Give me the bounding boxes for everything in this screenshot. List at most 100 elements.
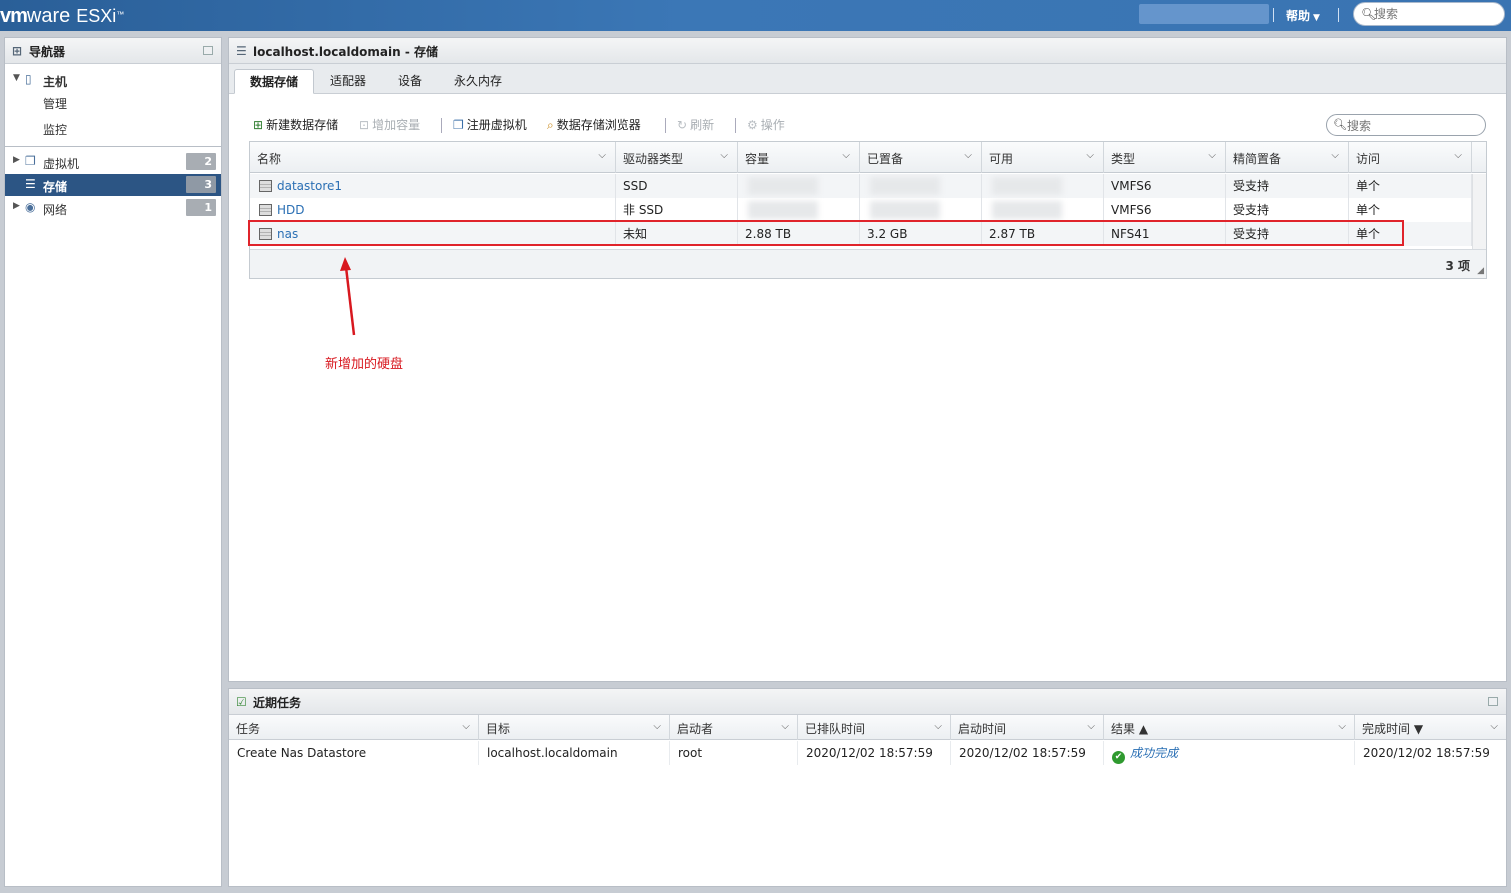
column-result[interactable]: 结果 ▲ ⌵ bbox=[1104, 715, 1355, 740]
column-free[interactable]: 可用 ⌵ bbox=[982, 142, 1104, 173]
column-provisioned[interactable]: 已置备 ⌵ bbox=[860, 142, 982, 173]
top-search-box[interactable]: 🔍︎ bbox=[1353, 2, 1505, 26]
chevron-down-icon[interactable]: ⌵ bbox=[1338, 721, 1346, 732]
chevron-down-icon[interactable]: ⌵ bbox=[1490, 721, 1498, 732]
tab-devices[interactable]: 设备 bbox=[383, 69, 437, 94]
user-menu[interactable] bbox=[1139, 4, 1269, 24]
task-row[interactable]: Create Nas Datastore localhost.localdoma… bbox=[229, 741, 1506, 765]
datastore-name-cell[interactable]: datastore1 bbox=[250, 174, 616, 198]
column-label: 名称 bbox=[257, 152, 282, 166]
free-cell bbox=[982, 174, 1104, 198]
chevron-down-icon[interactable]: ⌵ bbox=[598, 150, 606, 161]
chevron-down-icon: ▼ bbox=[1313, 13, 1320, 23]
nav-vms-label: 虚拟机 bbox=[43, 157, 80, 171]
access-cell: 单个 bbox=[1349, 222, 1472, 246]
column-name[interactable]: 名称 ⌵ bbox=[250, 142, 616, 173]
nav-storage-label: 存储 bbox=[43, 180, 68, 194]
chevron-down-icon[interactable]: ⌵ bbox=[653, 721, 661, 732]
collapse-panel-button[interactable] bbox=[203, 46, 213, 55]
column-type[interactable]: 类型 ⌵ bbox=[1104, 142, 1226, 173]
column-drive-type[interactable]: 驱动器类型 ⌵ bbox=[616, 142, 738, 173]
expand-right-icon[interactable]: ▶ bbox=[13, 201, 20, 211]
nav-host-monitor[interactable]: 监控 bbox=[43, 121, 67, 138]
column-completed-time[interactable]: 完成时间 ▼ ⌵ bbox=[1355, 715, 1506, 740]
result-label[interactable]: 成功完成 bbox=[1130, 746, 1178, 760]
column-capacity[interactable]: 容量 ⌵ bbox=[738, 142, 860, 173]
actions-button[interactable]: ⚙ 操作 bbox=[747, 116, 785, 133]
tab-persistent-memory[interactable]: 永久内存 bbox=[439, 69, 517, 94]
table-row[interactable]: datastore1 SSD VMFS6 受支持 单个 bbox=[250, 174, 1472, 198]
redacted-value bbox=[748, 201, 818, 219]
new-datastore-button[interactable]: ⊞ 新建数据存储 bbox=[253, 116, 338, 133]
storage-panel-header: ☰ localhost.localdomain - 存储 bbox=[229, 38, 1506, 64]
vmware-esxi-logo: vmware ESXi™ bbox=[0, 2, 124, 28]
annotation-arrow-icon bbox=[340, 257, 356, 336]
count-badge: 2 bbox=[186, 153, 216, 170]
datastore-name-cell[interactable]: HDD bbox=[250, 198, 616, 222]
chevron-down-icon[interactable]: ⌵ bbox=[964, 150, 972, 161]
chevron-down-icon[interactable]: ⌵ bbox=[842, 150, 850, 161]
navigator-panel: ⊞ 导航器 ▼ ▯ 主机 管理 监控 ▶ ❐ 虚拟机 2 ☰ 存储 3 ▶ ◉ … bbox=[4, 37, 222, 887]
completed-time-cell: 2020/12/02 18:57:59 bbox=[1363, 746, 1490, 760]
storage-icon: ☰ bbox=[25, 177, 36, 191]
table-row[interactable]: HDD 非 SSD VMFS6 受支持 单个 bbox=[250, 198, 1472, 222]
chevron-down-icon[interactable]: ⌵ bbox=[1331, 150, 1339, 161]
item-count: 3 项 bbox=[1445, 259, 1470, 273]
provisioned-cell bbox=[860, 198, 982, 222]
nav-storage[interactable]: ☰ 存储 3 bbox=[5, 174, 221, 196]
column-queued-time[interactable]: 已排队时间 ⌵ bbox=[798, 715, 951, 740]
count-badge: 1 bbox=[186, 199, 216, 216]
column-label: 结果 ▲ bbox=[1111, 722, 1149, 736]
help-menu[interactable]: 帮助 ▼ bbox=[1286, 7, 1320, 24]
datastore-browser-button[interactable]: ⌕ 数据存储浏览器 bbox=[547, 116, 641, 133]
result-cell[interactable]: ✔ 成功完成 bbox=[1104, 741, 1355, 765]
column-target[interactable]: 目标 ⌵ bbox=[479, 715, 670, 740]
initiator-cell: root bbox=[670, 741, 798, 765]
page-title: localhost.localdomain - 存储 bbox=[253, 45, 439, 59]
collapse-panel-button[interactable] bbox=[1488, 697, 1498, 706]
nav-vms[interactable]: ▶ ❐ 虚拟机 2 bbox=[5, 151, 221, 173]
tab-datastores[interactable]: 数据存储 bbox=[234, 69, 315, 94]
datastore-name[interactable]: datastore1 bbox=[277, 179, 342, 193]
datastore-name-cell[interactable]: nas bbox=[250, 222, 616, 246]
increase-capacity-button[interactable]: ⊡ 增加容量 bbox=[359, 116, 420, 133]
logo-esxi: ESXi bbox=[76, 6, 117, 26]
chevron-down-icon[interactable]: ⌵ bbox=[720, 150, 728, 161]
chevron-down-icon[interactable]: ⌵ bbox=[934, 721, 942, 732]
datastore-search-box[interactable]: 🔍︎ bbox=[1326, 114, 1486, 136]
table-scrollbar[interactable] bbox=[1472, 174, 1486, 249]
datastore-name[interactable]: HDD bbox=[277, 203, 305, 217]
resize-handle-icon[interactable]: ◢ bbox=[1477, 266, 1484, 276]
tab-adapters[interactable]: 适配器 bbox=[315, 69, 381, 94]
increase-capacity-icon: ⊡ bbox=[359, 118, 370, 132]
column-start-time[interactable]: 启动时间 ⌵ bbox=[951, 715, 1104, 740]
host-icon: ▯ bbox=[25, 72, 32, 86]
expand-right-icon[interactable]: ▶ bbox=[13, 155, 20, 165]
access-cell: 单个 bbox=[1349, 198, 1472, 222]
nav-host[interactable]: ▼ ▯ 主机 bbox=[5, 69, 221, 91]
nav-network[interactable]: ▶ ◉ 网络 1 bbox=[5, 197, 221, 219]
refresh-button[interactable]: ↻ 刷新 bbox=[677, 116, 714, 133]
datastore-table: 名称 ⌵ 驱动器类型 ⌵ 容量 ⌵ 已置备 ⌵ 可用 ⌵ 类型 ⌵ 精简置备 ⌵ 访问 ⌵ da… bbox=[249, 141, 1487, 279]
chevron-down-icon[interactable]: ⌵ bbox=[462, 721, 470, 732]
table-row[interactable]: nas 未知 2.88 TB 3.2 GB 2.87 TB NFS41 受支持 … bbox=[250, 222, 1472, 246]
column-thin-provisioning[interactable]: 精简置备 ⌵ bbox=[1226, 142, 1349, 173]
column-task[interactable]: 任务 ⌵ bbox=[229, 715, 479, 740]
chevron-down-icon[interactable]: ⌵ bbox=[1208, 150, 1216, 161]
datastore-search-input[interactable] bbox=[1347, 118, 1477, 133]
column-access[interactable]: 访问 ⌵ bbox=[1349, 142, 1472, 173]
chevron-down-icon[interactable]: ⌵ bbox=[1087, 721, 1095, 732]
chevron-down-icon[interactable]: ⌵ bbox=[781, 721, 789, 732]
chevron-down-icon[interactable]: ⌵ bbox=[1454, 150, 1462, 161]
refresh-label: 刷新 bbox=[690, 118, 715, 132]
column-initiator[interactable]: 启动者 ⌵ bbox=[670, 715, 798, 740]
top-search-input[interactable] bbox=[1374, 6, 1499, 22]
datastore-name[interactable]: nas bbox=[277, 227, 298, 241]
tasks-table-header: 任务 ⌵ 目标 ⌵ 启动者 ⌵ 已排队时间 ⌵ 启动时间 ⌵ 结果 ▲ ⌵ 完成时间 ▼ ⌵ bbox=[229, 715, 1506, 740]
nav-host-manage[interactable]: 管理 bbox=[43, 95, 67, 112]
register-vm-button[interactable]: ❐ 注册虚拟机 bbox=[453, 116, 527, 133]
chevron-down-icon[interactable]: ⌵ bbox=[1086, 150, 1094, 161]
column-label: 已置备 bbox=[867, 152, 904, 166]
thin-provisioning-cell: 受支持 bbox=[1226, 222, 1349, 246]
expand-down-icon[interactable]: ▼ bbox=[13, 73, 20, 83]
